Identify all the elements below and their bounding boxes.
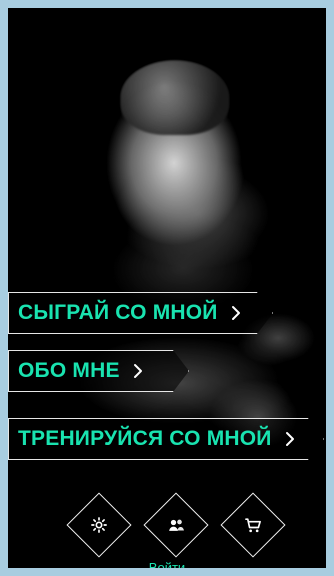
login-link[interactable]: Войти xyxy=(8,560,326,568)
play-with-me-button[interactable]: СЫГРАЙ СО МНОЙ xyxy=(8,292,273,334)
cart-icon xyxy=(241,513,265,537)
train-with-me-button[interactable]: ТРЕНИРУЙСЯ СО МНОЙ xyxy=(8,418,324,460)
gear-icon xyxy=(87,513,111,537)
train-with-me-label: ТРЕНИРУЙСЯ СО МНОЙ xyxy=(18,427,272,450)
chevron-right-icon xyxy=(228,305,244,321)
play-with-me-label: СЫГРАЙ СО МНОЙ xyxy=(18,301,218,324)
chevron-right-icon xyxy=(282,431,298,447)
app-frame: СЫГРАЙ СО МНОЙ ОБО МНЕ ТРЕНИРУЙСЯ СО МНО… xyxy=(0,0,334,576)
about-me-button[interactable]: ОБО МНЕ xyxy=(8,350,189,392)
people-icon xyxy=(164,513,188,537)
about-me-label: ОБО МНЕ xyxy=(18,359,120,382)
chevron-right-icon xyxy=(130,363,146,379)
hero-photo xyxy=(8,8,326,568)
